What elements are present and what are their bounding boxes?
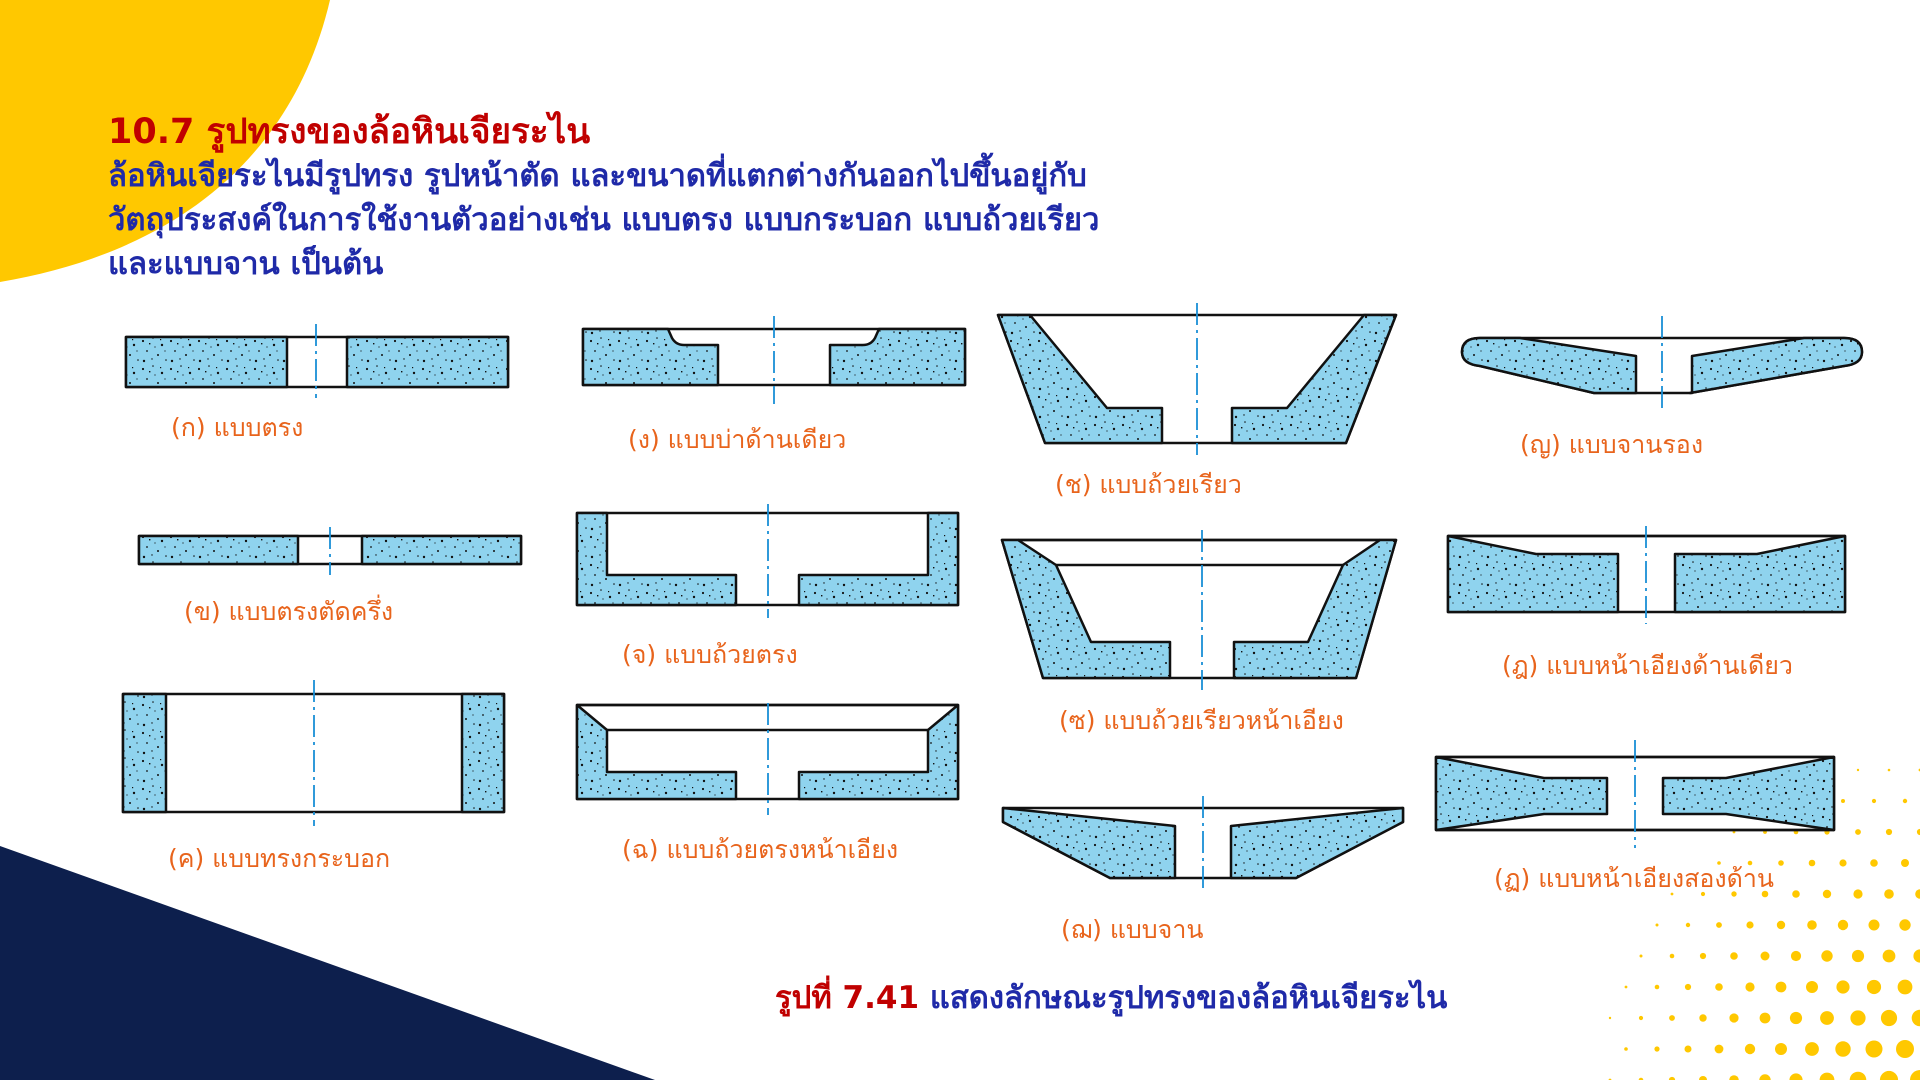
figure-caption-text: แสดงลักษณะรูปทรงของล้อหินเจียระไน <box>929 980 1448 1016</box>
wheel-flaring-cup-bevel <box>1000 538 1398 680</box>
label-saucer: (ญ) แบบจานรอง <box>1520 430 1704 459</box>
label-tapered-two-sides: (ฏ) แบบหน้าเอียงสองด้าน <box>1494 864 1774 893</box>
label-tapered-one-side: (ฎ) แบบหน้าเอียงด้านเดียว <box>1502 651 1793 680</box>
label-straight-cup: (จ) แบบถ้วยตรง <box>622 640 798 669</box>
label-flaring-cup: (ช) แบบถ้วยเรียว <box>1055 470 1242 499</box>
label-dish: (ฌ) แบบจาน <box>1061 915 1204 944</box>
label-recess-one-side: (ง) แบบบ่าด้านเดียว <box>628 425 847 454</box>
label-cylinder: (ค) แบบทรงกระบอก <box>168 844 391 873</box>
figure-caption: รูปที่ 7.41 แสดงลักษณะรูปทรงของล้อหินเจี… <box>775 972 1447 1022</box>
label-flaring-cup-bevel: (ซ) แบบถ้วยเรียวหน้าเอียง <box>1059 706 1344 735</box>
figure-number: รูปที่ 7.41 <box>775 980 920 1016</box>
label-straight-half: (ข) แบบตรงตัดครึ่ง <box>184 597 394 626</box>
wheel-straight <box>124 335 510 389</box>
label-straight-cup-bevel: (ฉ) แบบถ้วยตรงหน้าเอียง <box>622 835 899 864</box>
label-straight: (ก) แบบตรง <box>171 413 304 442</box>
grinding-wheel-diagram <box>121 303 1864 890</box>
